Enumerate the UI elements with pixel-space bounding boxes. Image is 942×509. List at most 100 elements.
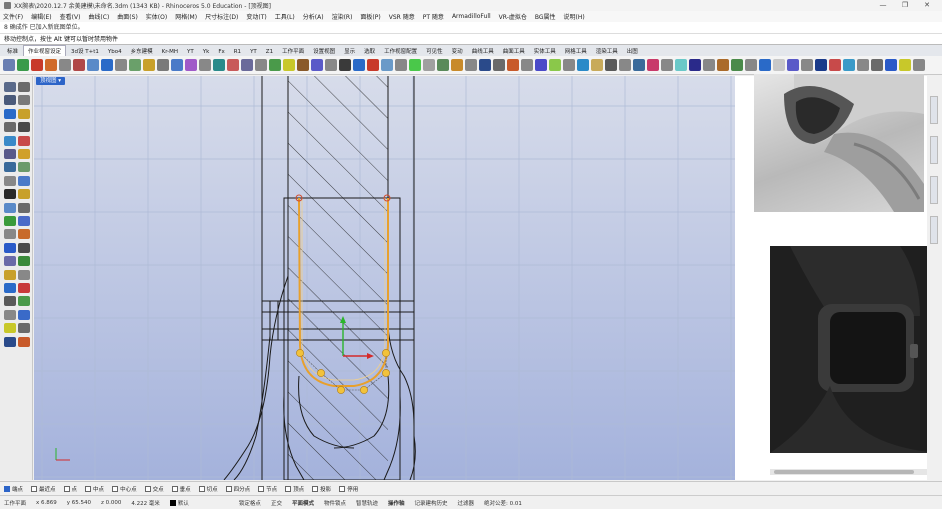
osnap-checkbox[interactable] (339, 485, 346, 492)
palette-tool-icon[interactable] (18, 122, 30, 133)
osnap-option[interactable]: 交点 (144, 485, 164, 493)
palette-tool-icon[interactable] (18, 323, 30, 334)
toolbar-tool-icon[interactable] (479, 59, 491, 71)
status-pane[interactable]: 记录建构历史 (415, 499, 448, 507)
toolbar-tool-icon[interactable] (675, 59, 687, 71)
status-pane[interactable]: 锁定格点 (239, 499, 261, 507)
status-pane[interactable]: 过滤器 (458, 499, 475, 507)
toolbar-tool-icon[interactable] (689, 59, 701, 71)
osnap-option[interactable]: 顶点 (285, 485, 304, 493)
menu-item[interactable]: 查看(V) (60, 12, 81, 21)
toolbar-tab[interactable]: 工作视窗配置 (380, 46, 421, 56)
menu-item[interactable]: VR-虚拟仓 (499, 12, 527, 21)
control-point[interactable] (337, 386, 345, 394)
palette-tool-icon[interactable] (18, 336, 30, 347)
panel-tab-4[interactable] (930, 216, 938, 244)
toolbar-tab[interactable]: 变动 (448, 46, 467, 56)
palette-tool-icon[interactable] (4, 216, 16, 226)
osnap-checkbox[interactable] (312, 485, 319, 492)
toolbar-tool-icon[interactable] (101, 59, 113, 71)
osnap-option[interactable]: 切点 (198, 485, 218, 493)
osnap-checkbox[interactable] (4, 485, 10, 492)
toolbar-tab[interactable]: Fx (214, 48, 228, 56)
toolbar-tab[interactable]: 网格工具 (561, 46, 591, 56)
menu-item[interactable]: 曲面(S) (117, 12, 138, 21)
status-pane[interactable]: 绝对公差: 0.01 (484, 499, 522, 507)
toolbar-tool-icon[interactable] (759, 59, 771, 71)
palette-tool-icon[interactable] (18, 189, 30, 200)
palette-tool-icon[interactable] (18, 216, 30, 226)
toolbar-tool-icon[interactable] (339, 59, 351, 71)
menu-item[interactable]: 渲染(R) (332, 12, 353, 21)
palette-tool-icon[interactable] (4, 175, 16, 186)
osnap-checkbox[interactable] (31, 485, 38, 492)
top-viewport[interactable] (34, 76, 735, 480)
maximize-button[interactable]: ❐ (894, 0, 916, 11)
osnap-option[interactable]: 中心点 (112, 485, 137, 493)
toolbar-tool-icon[interactable] (885, 59, 897, 71)
toolbar-tool-icon[interactable] (213, 59, 225, 71)
toolbar-tool-icon[interactable] (423, 59, 435, 71)
control-point[interactable] (317, 369, 325, 377)
osnap-checkbox[interactable] (63, 485, 70, 492)
toolbar-tool-icon[interactable] (899, 59, 911, 71)
menu-item[interactable]: 分析(A) (303, 12, 324, 21)
palette-tool-icon[interactable] (18, 309, 30, 320)
osnap-checkbox[interactable] (171, 485, 178, 492)
toolbar-tool-icon[interactable] (45, 59, 57, 71)
panel-tab-3[interactable] (930, 176, 938, 204)
toolbar-tool-icon[interactable] (129, 59, 141, 71)
toolbar-tool-icon[interactable] (241, 59, 253, 71)
palette-tool-icon[interactable] (18, 202, 30, 213)
palette-tool-icon[interactable] (4, 309, 16, 320)
panel-tab-1[interactable] (930, 96, 938, 124)
palette-tool-icon[interactable] (4, 122, 16, 133)
palette-tool-icon[interactable] (18, 149, 30, 159)
layer-indicator[interactable]: 默认 (169, 499, 189, 507)
toolbar-tab[interactable]: 显示 (340, 46, 359, 56)
palette-tool-icon[interactable] (18, 269, 30, 280)
toolbar-tool-icon[interactable] (143, 59, 155, 71)
toolbar-tool-icon[interactable] (73, 59, 85, 71)
osnap-checkbox[interactable] (85, 485, 92, 492)
minimize-button[interactable]: — (872, 0, 894, 11)
osnap-option[interactable]: 垂点 (171, 485, 191, 493)
toolbar-tab[interactable]: 作业视窗设定 (23, 45, 67, 56)
toolbar-tool-icon[interactable] (269, 59, 281, 71)
toolbar-tab[interactable]: 出图 (623, 46, 642, 56)
toolbar-tool-icon[interactable] (493, 59, 505, 71)
menu-item[interactable]: 说明(H) (564, 12, 585, 21)
osnap-option[interactable]: 投影 (312, 485, 331, 493)
toolbar-tool-icon[interactable] (857, 59, 869, 71)
toolbar-tool-icon[interactable] (745, 59, 757, 71)
toolbar-tool-icon[interactable] (549, 59, 561, 71)
osnap-option[interactable]: 端点 (4, 485, 23, 493)
palette-tool-icon[interactable] (18, 296, 30, 307)
toolbar-tool-icon[interactable] (871, 59, 883, 71)
reference-panel-scrollbar[interactable] (770, 469, 939, 475)
menu-item[interactable]: PT 随意 (423, 12, 444, 21)
toolbar-tool-icon[interactable] (633, 59, 645, 71)
palette-tool-icon[interactable] (4, 256, 16, 267)
palette-tool-icon[interactable] (18, 135, 30, 146)
osnap-checkbox[interactable] (198, 485, 205, 492)
status-pane[interactable]: 正交 (271, 499, 282, 507)
close-button[interactable]: ✕ (916, 0, 938, 11)
control-point[interactable] (382, 369, 390, 377)
control-point[interactable] (382, 349, 390, 357)
osnap-checkbox[interactable] (258, 485, 265, 492)
toolbar-tool-icon[interactable] (605, 59, 617, 71)
menu-item[interactable]: 工具(L) (275, 12, 295, 21)
osnap-option[interactable]: 停用 (339, 485, 358, 493)
toolbar-tool-icon[interactable] (297, 59, 309, 71)
menu-item[interactable]: ArmadilloFull (452, 13, 491, 20)
control-point[interactable] (360, 386, 368, 394)
palette-tool-icon[interactable] (18, 82, 30, 92)
palette-tool-icon[interactable] (4, 162, 16, 173)
osnap-option[interactable]: 中点 (85, 485, 104, 493)
palette-tool-icon[interactable] (4, 135, 16, 146)
toolbar-tool-icon[interactable] (171, 59, 183, 71)
osnap-checkbox[interactable] (144, 485, 151, 492)
toolbar-tool-icon[interactable] (227, 59, 239, 71)
toolbar-tab[interactable]: Ybo4 (104, 48, 126, 56)
